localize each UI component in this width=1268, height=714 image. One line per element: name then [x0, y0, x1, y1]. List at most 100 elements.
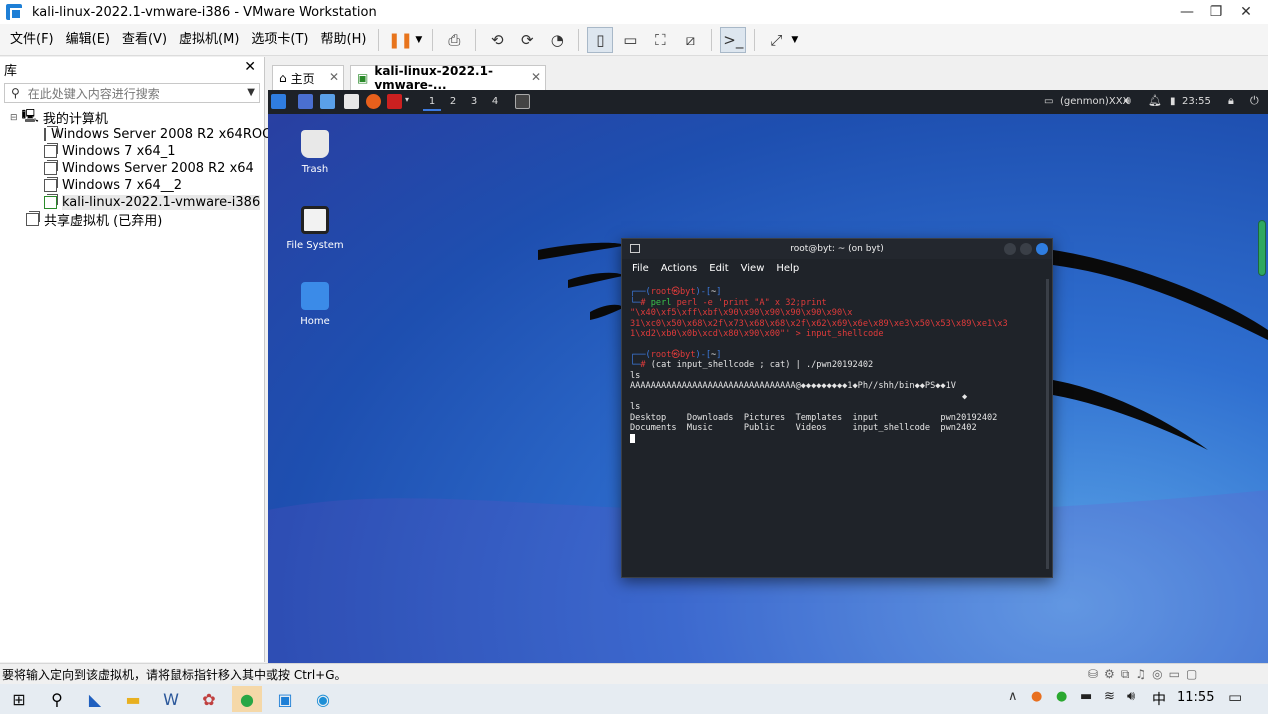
- chevron-up-icon[interactable]: ∧: [1008, 689, 1018, 704]
- terminal-menu-edit[interactable]: Edit: [709, 263, 728, 274]
- firefox-icon[interactable]: [366, 94, 381, 109]
- show-desktop-icon[interactable]: [298, 94, 313, 109]
- terminal-menu-actions[interactable]: Actions: [661, 263, 698, 274]
- snapshot-icon[interactable]: ⟲: [484, 27, 510, 53]
- terminal-output[interactable]: ┌──(root㉿byt)-[~] └─# perl perl -e 'prin…: [622, 277, 1052, 450]
- tab-home[interactable]: ⌂ 主页 ✕: [272, 65, 344, 90]
- shared-vms-icon: [26, 211, 40, 226]
- status-bar: 要将输入定向到该虚拟机，请将鼠标指针移入其中或按 Ctrl+G。 ⛁⚙⧉♫◎▭▢: [0, 663, 1268, 684]
- vm-icon: [44, 126, 58, 141]
- text-editor-icon[interactable]: [344, 94, 359, 109]
- tree-item-vm[interactable]: Windows 7 x64_1: [0, 143, 264, 160]
- menu-vm[interactable]: 虚拟机(M): [173, 24, 245, 56]
- snapshot-manager-icon[interactable]: ◔: [544, 27, 570, 53]
- library-close-icon[interactable]: ✕: [244, 59, 256, 75]
- tab-close-icon[interactable]: ✕: [329, 70, 339, 84]
- tab-close-icon[interactable]: ✕: [531, 70, 541, 84]
- kali-menu-icon[interactable]: [271, 94, 286, 109]
- library-panel: 库 ✕ ⚲ 在此处键入内容进行搜索 ▼ ⊟ 🖳 我的计算机 Windows Se…: [0, 57, 280, 662]
- chevron-down-icon[interactable]: ▾: [405, 95, 409, 104]
- terminal-window[interactable]: root@byt: ~ (on byt) File Actions Edit V…: [621, 238, 1053, 578]
- vmware-taskbar-icon[interactable]: ▣: [270, 686, 300, 712]
- battery-icon[interactable]: ▬: [1080, 689, 1092, 704]
- notification-icon[interactable]: ▭: [1228, 688, 1242, 706]
- tree-item-vm[interactable]: Windows Server 2008 R2 x64: [0, 160, 264, 177]
- chevron-down-icon[interactable]: ▼: [415, 35, 422, 45]
- taskbar-clock[interactable]: 11:55: [1177, 690, 1214, 705]
- terminal-menu-view[interactable]: View: [741, 263, 765, 274]
- tray-app-icon[interactable]: ●: [1031, 689, 1042, 704]
- notification-bell-icon[interactable]: 🔔︎: [1148, 94, 1162, 107]
- vm-side-handle[interactable]: [1258, 220, 1266, 276]
- home-folder-icon: [301, 282, 329, 310]
- terminal-launcher-icon[interactable]: [387, 94, 402, 109]
- library-search-input[interactable]: ⚲ 在此处键入内容进行搜索 ▼: [4, 83, 260, 103]
- wifi-icon[interactable]: ≋: [1104, 689, 1115, 704]
- restore-button[interactable]: ❐: [1206, 2, 1226, 22]
- stretch-guest-icon[interactable]: ⤢: [763, 27, 789, 53]
- search-icon[interactable]: ⚲: [42, 686, 72, 712]
- prompt-line: ┌──(root㉿byt)-[~]: [630, 349, 722, 360]
- menu-view[interactable]: 查看(V): [116, 24, 173, 56]
- vm-display[interactable]: ▾ 1 2 3 4 ▭ (genmon)XXX 🔊︎ 🔔︎ ▮ 23:55 🔒︎…: [268, 90, 1268, 663]
- maximize-button[interactable]: [1020, 243, 1032, 255]
- trash-icon: [301, 130, 329, 158]
- app-shark-icon[interactable]: ◣: [80, 686, 110, 712]
- terminal-menu-file[interactable]: File: [632, 263, 649, 274]
- device-status-icons[interactable]: ⛁⚙⧉♫◎▭▢: [1088, 667, 1203, 682]
- revert-snapshot-icon[interactable]: ⟳: [514, 27, 540, 53]
- tree-item-vm[interactable]: Windows Server 2008 R2 x64ROOT: [0, 126, 280, 143]
- menu-edit[interactable]: 编辑(E): [60, 24, 116, 56]
- console-view-icon[interactable]: >_: [720, 26, 747, 53]
- workspace-4[interactable]: 4: [486, 93, 504, 111]
- minimize-button[interactable]: —: [1177, 2, 1197, 22]
- tree-item-vm[interactable]: Windows 7 x64__2: [0, 177, 264, 194]
- collapse-icon[interactable]: ⊟: [10, 113, 18, 123]
- workspace-1[interactable]: 1: [423, 93, 441, 111]
- edge-icon[interactable]: ◉: [308, 686, 338, 712]
- power-icon[interactable]: ⏻: [1250, 94, 1259, 108]
- word-icon[interactable]: W: [156, 686, 186, 712]
- terminal-menu-help[interactable]: Help: [776, 263, 799, 274]
- close-button[interactable]: [1036, 243, 1048, 255]
- desktop-home[interactable]: Home: [280, 282, 350, 327]
- desktop-trash[interactable]: Trash: [280, 130, 350, 175]
- workspace-2[interactable]: 2: [444, 93, 462, 111]
- full-screen-icon[interactable]: ⛶: [647, 27, 673, 53]
- unity-icon[interactable]: ⧄: [677, 27, 703, 53]
- terminal-icon: [630, 244, 640, 253]
- tree-item-shared[interactable]: 共享虚拟机 (已弃用): [0, 211, 264, 229]
- wechat-icon[interactable]: ●: [232, 686, 262, 712]
- menu-tabs[interactable]: 选项卡(T): [245, 24, 314, 56]
- thumbnail-bar-icon[interactable]: ▭: [617, 27, 643, 53]
- menu-file[interactable]: 文件(F): [4, 24, 60, 56]
- lock-icon[interactable]: 🔒︎: [1228, 94, 1234, 108]
- tab-kali-vm[interactable]: ▣ kali-linux-2022.1-vmware-... ✕: [350, 64, 546, 92]
- send-ctrl-alt-del-icon[interactable]: ⎙: [441, 27, 467, 53]
- close-button[interactable]: ✕: [1236, 2, 1256, 22]
- search-dropdown-icon[interactable]: ▼: [247, 87, 255, 98]
- ls-output-row: Documents Music Public Videos input_shel…: [630, 423, 977, 433]
- terminal-scrollbar[interactable]: [1046, 279, 1049, 569]
- tree-item-vm-running[interactable]: kali-linux-2022.1-vmware-i386: [0, 194, 264, 211]
- windows-start-icon[interactable]: ⊞: [4, 686, 34, 712]
- tree-root-my-computer[interactable]: ⊟ 🖳 我的计算机: [0, 109, 264, 128]
- vmware-logo-icon: [6, 4, 22, 20]
- toolbar-separator: [711, 28, 713, 51]
- minimize-button[interactable]: [1004, 243, 1016, 255]
- app-icon[interactable]: ✿: [194, 686, 224, 712]
- menu-help[interactable]: 帮助(H): [315, 24, 373, 56]
- pause-icon[interactable]: ❚❚: [387, 27, 413, 53]
- volume-icon[interactable]: 🔊︎: [1124, 94, 1131, 108]
- volume-icon[interactable]: 🔊︎: [1127, 689, 1135, 704]
- menu-toolbar: 文件(F) 编辑(E) 查看(V) 虚拟机(M) 选项卡(T) 帮助(H) ❚❚…: [0, 24, 1268, 56]
- library-view-icon[interactable]: ▯: [587, 26, 614, 53]
- file-manager-icon[interactable]: [320, 94, 335, 109]
- terminal-window-icon[interactable]: [515, 94, 530, 109]
- tray-app-icon[interactable]: ●: [1056, 689, 1067, 704]
- chevron-down-icon[interactable]: ▼: [791, 35, 798, 45]
- desktop-filesystem[interactable]: File System: [280, 206, 350, 251]
- workspace-3[interactable]: 3: [465, 93, 483, 111]
- file-explorer-icon[interactable]: ▬: [118, 686, 148, 712]
- ime-indicator[interactable]: 中: [1152, 689, 1166, 709]
